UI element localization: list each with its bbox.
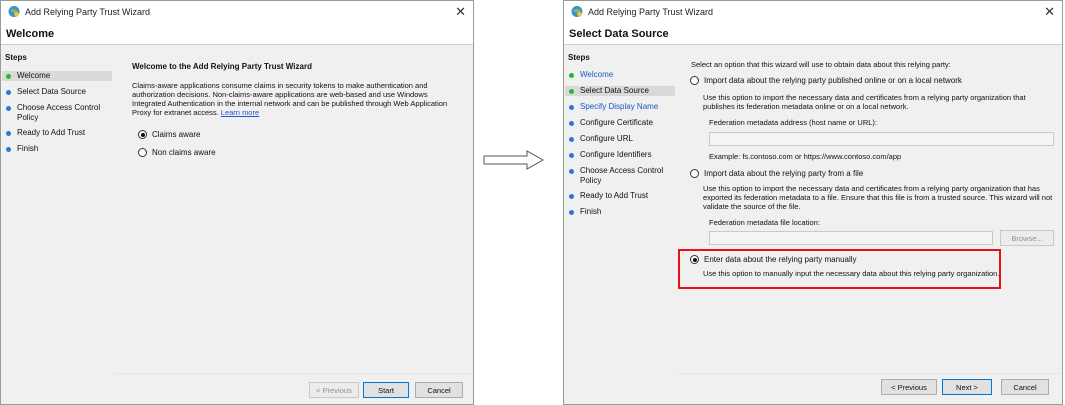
step-status-icon: [569, 153, 574, 158]
step-status-icon: [569, 137, 574, 142]
step-welcome[interactable]: Welcome: [565, 70, 675, 80]
step-finish: Finish: [565, 207, 675, 217]
step-configure-identifiers: Configure Identifiers: [565, 150, 675, 160]
title-bar[interactable]: Add Relying Party Trust Wizard ✕: [564, 1, 1062, 23]
import-file-description: Use this option to import the necessary …: [703, 184, 1053, 211]
arrow-right-outline-icon: [483, 150, 545, 170]
next-button[interactable]: Next >: [942, 379, 992, 395]
wizard-description: Claims-aware applications consume claims…: [132, 81, 448, 117]
step-status-icon: [6, 131, 11, 136]
step-select-data-source: Select Data Source: [565, 86, 675, 96]
previous-button[interactable]: < Previous: [309, 382, 359, 398]
close-icon[interactable]: ✕: [1044, 4, 1055, 20]
metadata-file-label: Federation metadata file location:: [709, 218, 820, 227]
step-choose-access-control-policy: Choose Access Control Policy: [565, 166, 675, 186]
step-ready-to-add-trust: Ready to Add Trust: [565, 191, 675, 201]
previous-button[interactable]: < Previous: [881, 379, 937, 395]
step-configure-certificate: Configure Certificate: [565, 118, 675, 128]
metadata-address-label: Federation metadata address (host name o…: [709, 118, 877, 127]
steps-title: Steps: [5, 53, 27, 62]
wizard-heading: Welcome to the Add Relying Party Trust W…: [132, 62, 312, 71]
radio-unselected-icon[interactable]: [690, 76, 699, 85]
step-status-icon: [6, 147, 11, 152]
step-welcome: Welcome: [2, 71, 112, 81]
step-status-icon: [6, 106, 11, 111]
wizard-window-select-data-source: Add Relying Party Trust Wizard ✕ Select …: [563, 0, 1063, 405]
browse-button[interactable]: Browse...: [1000, 230, 1054, 246]
start-button[interactable]: Start: [363, 382, 409, 398]
close-icon[interactable]: ✕: [455, 4, 466, 20]
page-title: Welcome: [6, 28, 55, 40]
intro-text: Select an option that this wizard will u…: [691, 60, 951, 69]
metadata-address-example: Example: fs.contoso.com or https://www.c…: [709, 152, 902, 161]
step-status-icon: [6, 74, 11, 79]
metadata-file-input[interactable]: [709, 231, 993, 245]
radio-import-online[interactable]: Import data about the relying party publ…: [690, 76, 962, 85]
wizard-window-welcome: Add Relying Party Trust Wizard ✕ Welcome…: [0, 0, 474, 405]
footer-divider: [113, 373, 473, 374]
page-header: Select Data Source: [564, 23, 1062, 45]
step-status-icon: [569, 169, 574, 174]
step-status-icon: [569, 105, 574, 110]
step-configure-url: Configure URL: [565, 134, 675, 144]
step-status-icon: [6, 90, 11, 95]
radio-unselected-icon[interactable]: [138, 148, 147, 157]
step-finish: Finish: [2, 144, 112, 154]
step-choose-access-control-policy: Choose Access Control Policy: [2, 103, 112, 123]
radio-non-claims-aware[interactable]: Non claims aware: [138, 148, 216, 157]
wizard-app-icon: [8, 6, 20, 17]
learn-more-link[interactable]: Learn more: [221, 108, 259, 117]
highlight-box: [678, 249, 1001, 289]
import-online-description: Use this option to import the necessary …: [703, 93, 1026, 111]
cancel-button[interactable]: Cancel: [1001, 379, 1049, 395]
wizard-app-icon: [571, 6, 583, 17]
step-status-icon: [569, 194, 574, 199]
step-status-icon: [569, 73, 574, 78]
footer-divider: [676, 373, 1062, 374]
steps-title: Steps: [568, 53, 590, 62]
step-status-icon: [569, 121, 574, 126]
step-specify-display-name[interactable]: Specify Display Name: [565, 102, 675, 112]
page-header: Welcome: [1, 23, 473, 45]
cancel-button[interactable]: Cancel: [415, 382, 463, 398]
step-status-icon: [569, 210, 574, 215]
title-bar[interactable]: Add Relying Party Trust Wizard ✕: [1, 1, 473, 23]
step-status-icon: [569, 89, 574, 94]
radio-selected-icon[interactable]: [138, 130, 147, 139]
step-ready-to-add-trust: Ready to Add Trust: [2, 128, 112, 138]
window-title: Add Relying Party Trust Wizard: [588, 7, 714, 17]
metadata-address-input[interactable]: [709, 132, 1054, 146]
window-title: Add Relying Party Trust Wizard: [25, 7, 151, 17]
radio-import-file[interactable]: Import data about the relying party from…: [690, 169, 863, 178]
step-select-data-source: Select Data Source: [2, 87, 112, 97]
radio-unselected-icon[interactable]: [690, 169, 699, 178]
radio-claims-aware[interactable]: Claims aware: [138, 130, 200, 139]
page-title: Select Data Source: [569, 28, 669, 40]
